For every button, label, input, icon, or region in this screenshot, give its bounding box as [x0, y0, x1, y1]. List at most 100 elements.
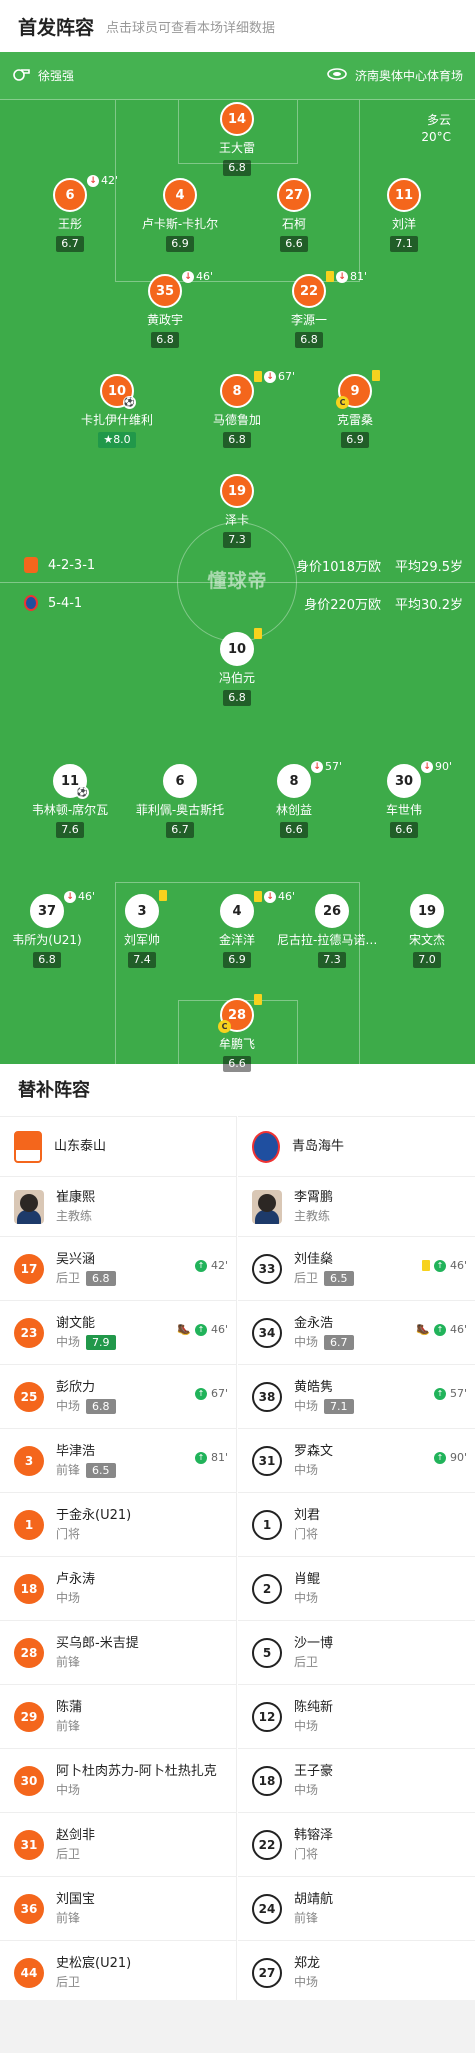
taishan-crest-icon — [14, 1130, 42, 1163]
player-name: 牟鹏飞 — [218, 1037, 255, 1051]
player-name: 韦林顿-席尔瓦 — [31, 803, 109, 817]
sub-name: 谢文能 — [56, 1315, 96, 1331]
sub-rating: 6.7 — [324, 1334, 354, 1350]
sub-name: 阿卜杜肉苏力-阿卜杜热扎克 — [56, 1763, 217, 1779]
sub-off-icon: ↓ — [336, 270, 348, 283]
player-marker[interactable]: 6 菲利佩-奥古斯托 6.7 — [125, 764, 235, 838]
substitute-row[interactable]: 34 金永浩 中场 6.7 🥾 ↑ 46' — [238, 1300, 475, 1364]
sub-number: 24 — [252, 1893, 282, 1924]
home-team-header[interactable]: 山东泰山 — [0, 1116, 236, 1176]
sub-name: 陈蒲 — [56, 1699, 83, 1715]
sub-number: 2 — [252, 1573, 282, 1604]
substitute-row[interactable]: 29 陈蒲 前锋 — [0, 1684, 236, 1748]
substitute-row[interactable]: 22 韩镕泽 门将 — [238, 1812, 475, 1876]
substitute-row[interactable]: 30 阿卜杜肉苏力-阿卜杜热扎克 中场 — [0, 1748, 236, 1812]
player-marker[interactable]: 22 ↓ 81' 李源一 6.8 — [254, 270, 367, 348]
substitute-row[interactable]: 1 于金永(U21) 门将 — [0, 1492, 236, 1556]
player-marker[interactable]: 8 ↓ 57' 林创益 6.6 — [239, 760, 349, 838]
yellow-card-icon — [326, 271, 334, 282]
player-marker[interactable]: 19 泽卡 7.3 — [182, 474, 292, 548]
substitute-row[interactable]: 23 谢文能 中场 7.9 🥾 ↑ 46' — [0, 1300, 236, 1364]
away-team-row: 5-4-1 身价220万欧 平均30.2岁 — [0, 592, 475, 614]
assist-icon: 🥾 — [177, 1323, 191, 1336]
sub-on-icon: ↑ — [433, 1259, 446, 1272]
substitute-row[interactable]: 38 黄皓隽 中场 7.1 ↑ 57' — [238, 1364, 475, 1428]
jersey-number: 30 — [387, 764, 421, 798]
away-coach-row[interactable]: 李霄鹏 主教练 — [238, 1176, 475, 1236]
home-coach-row[interactable]: 崔康熙 主教练 — [0, 1176, 236, 1236]
substitute-row[interactable]: 31 赵剑非 后卫 — [0, 1812, 236, 1876]
player-marker[interactable]: 19 宋文杰 7.0 — [372, 894, 475, 968]
substitute-row[interactable]: 12 陈纯新 中场 — [238, 1684, 475, 1748]
player-marker[interactable]: 28 C 牟鹏飞 6.6 — [182, 994, 292, 1072]
substitute-row[interactable]: 31 罗森文 中场 ↑ 90' — [238, 1428, 475, 1492]
substitute-row[interactable]: 17 吴兴涵 后卫 6.8 ↑ 42' — [0, 1236, 236, 1300]
substitute-row[interactable]: 33 刘佳燊 后卫 6.5 ↑ 46' — [238, 1236, 475, 1300]
player-marker[interactable]: 10 冯伯元 6.8 — [182, 628, 292, 706]
jersey-number: 28 C — [218, 998, 254, 1033]
player-name: 李源一 — [290, 313, 327, 327]
substitute-row[interactable]: 18 卢永涛 中场 — [0, 1556, 236, 1620]
player-name: 克雷桑 — [336, 413, 373, 427]
sub-events: ↑ 81' — [194, 1451, 228, 1464]
substitute-row[interactable]: 28 买乌郎-米吉提 前锋 — [0, 1620, 236, 1684]
yellow-card-icon — [254, 628, 262, 639]
sub-on-icon: ↑ — [433, 1451, 446, 1464]
player-rating: 7.3 — [318, 952, 346, 968]
player-marker[interactable]: 3 刘军帅 7.4 — [87, 890, 197, 968]
hainiu-crest-icon — [252, 1130, 280, 1163]
substitute-row[interactable]: 1 刘君 门将 — [238, 1492, 475, 1556]
sub-events: ↑ 67' — [194, 1387, 228, 1400]
player-marker[interactable]: 10 ⚽ 卡扎伊什维利 ★8.0 — [62, 374, 172, 448]
sub-name: 毕津浩 — [56, 1443, 96, 1459]
substitute-row[interactable]: 18 王子豪 中场 — [238, 1748, 475, 1812]
assist-icon: 🥾 — [416, 1323, 430, 1336]
player-marker[interactable]: 30 ↓ 90' 车世伟 6.6 — [349, 760, 459, 838]
substitute-row[interactable]: 24 胡靖航 前锋 — [238, 1876, 475, 1940]
substitute-row[interactable]: 3 毕津浩 前锋 6.5 ↑ 81' — [0, 1428, 236, 1492]
substitute-row[interactable]: 5 沙一博 后卫 — [238, 1620, 475, 1684]
event-minute: 81' — [350, 270, 368, 283]
referee-name: 徐强强 — [38, 69, 75, 83]
player-marker[interactable]: 27 石柯 6.6 — [239, 178, 349, 252]
sub-position: 中场 — [56, 1398, 81, 1413]
away-team-header[interactable]: 青岛海牛 — [238, 1116, 475, 1176]
player-marker[interactable]: 35 ↓ 46' 黄政宇 6.8 — [110, 270, 220, 348]
player-marker[interactable]: 4 卢卡斯-卡扎尔 6.9 — [125, 178, 235, 252]
jersey-number: 19 — [220, 474, 254, 508]
sub-rating: 6.5 — [324, 1270, 354, 1286]
player-rating: 6.9 — [166, 236, 194, 252]
player-rating: 7.3 — [223, 532, 251, 548]
sub-off-icon: ↓ — [182, 270, 194, 283]
player-marker[interactable]: 8 ↓ 67' 马德鲁加 6.8 — [182, 370, 295, 448]
player-name: 王彤 — [57, 217, 82, 231]
player-marker[interactable]: 9 C 克雷桑 6.9 — [300, 370, 410, 448]
player-marker[interactable]: 11 刘洋 7.1 — [349, 178, 459, 252]
player-rating: 6.6 — [223, 1056, 251, 1072]
substitute-row[interactable]: 36 刘国宝 前锋 — [0, 1876, 236, 1940]
substitute-row[interactable]: 27 郑龙 中场 — [238, 1940, 475, 2004]
player-marker[interactable]: 26 尼古拉-拉德马诺维奇 7.3 — [277, 894, 387, 968]
player-marker[interactable]: 11 ⚽ 韦林顿-席尔瓦 7.6 — [15, 764, 125, 838]
player-rating: 6.7 — [166, 822, 194, 838]
away-value: 身价220万欧 — [304, 597, 382, 613]
sub-name: 金永浩 — [294, 1315, 334, 1331]
sub-rating: 6.8 — [86, 1398, 116, 1414]
sub-off-icon: ↓ — [264, 890, 276, 903]
sub-on-icon: ↑ — [194, 1451, 207, 1464]
sub-position: 前锋 — [56, 1462, 81, 1477]
player-rating: 6.8 — [151, 332, 179, 348]
sub-number: 1 — [14, 1509, 44, 1540]
substitute-row[interactable]: 2 肖鲲 中场 — [238, 1556, 475, 1620]
coach-avatar — [14, 1189, 44, 1224]
substitute-row[interactable]: 44 史松宸(U21) 后卫 — [0, 1940, 236, 2004]
sub-number: 5 — [252, 1637, 282, 1668]
home-coach-role: 主教练 — [56, 1208, 93, 1223]
player-marker[interactable]: 4 ↓ 46' 金洋洋 6.9 — [182, 890, 295, 968]
player-marker[interactable]: 6 ↓ 42' 王彤 6.7 — [15, 174, 125, 252]
substitute-row[interactable]: 25 彭欣力 中场 6.8 ↑ 67' — [0, 1364, 236, 1428]
player-marker[interactable]: 14 王大雷 6.8 — [182, 102, 292, 176]
sub-position: 后卫 — [56, 1270, 81, 1285]
player-name: 冯伯元 — [218, 671, 255, 685]
player-events — [159, 890, 167, 901]
